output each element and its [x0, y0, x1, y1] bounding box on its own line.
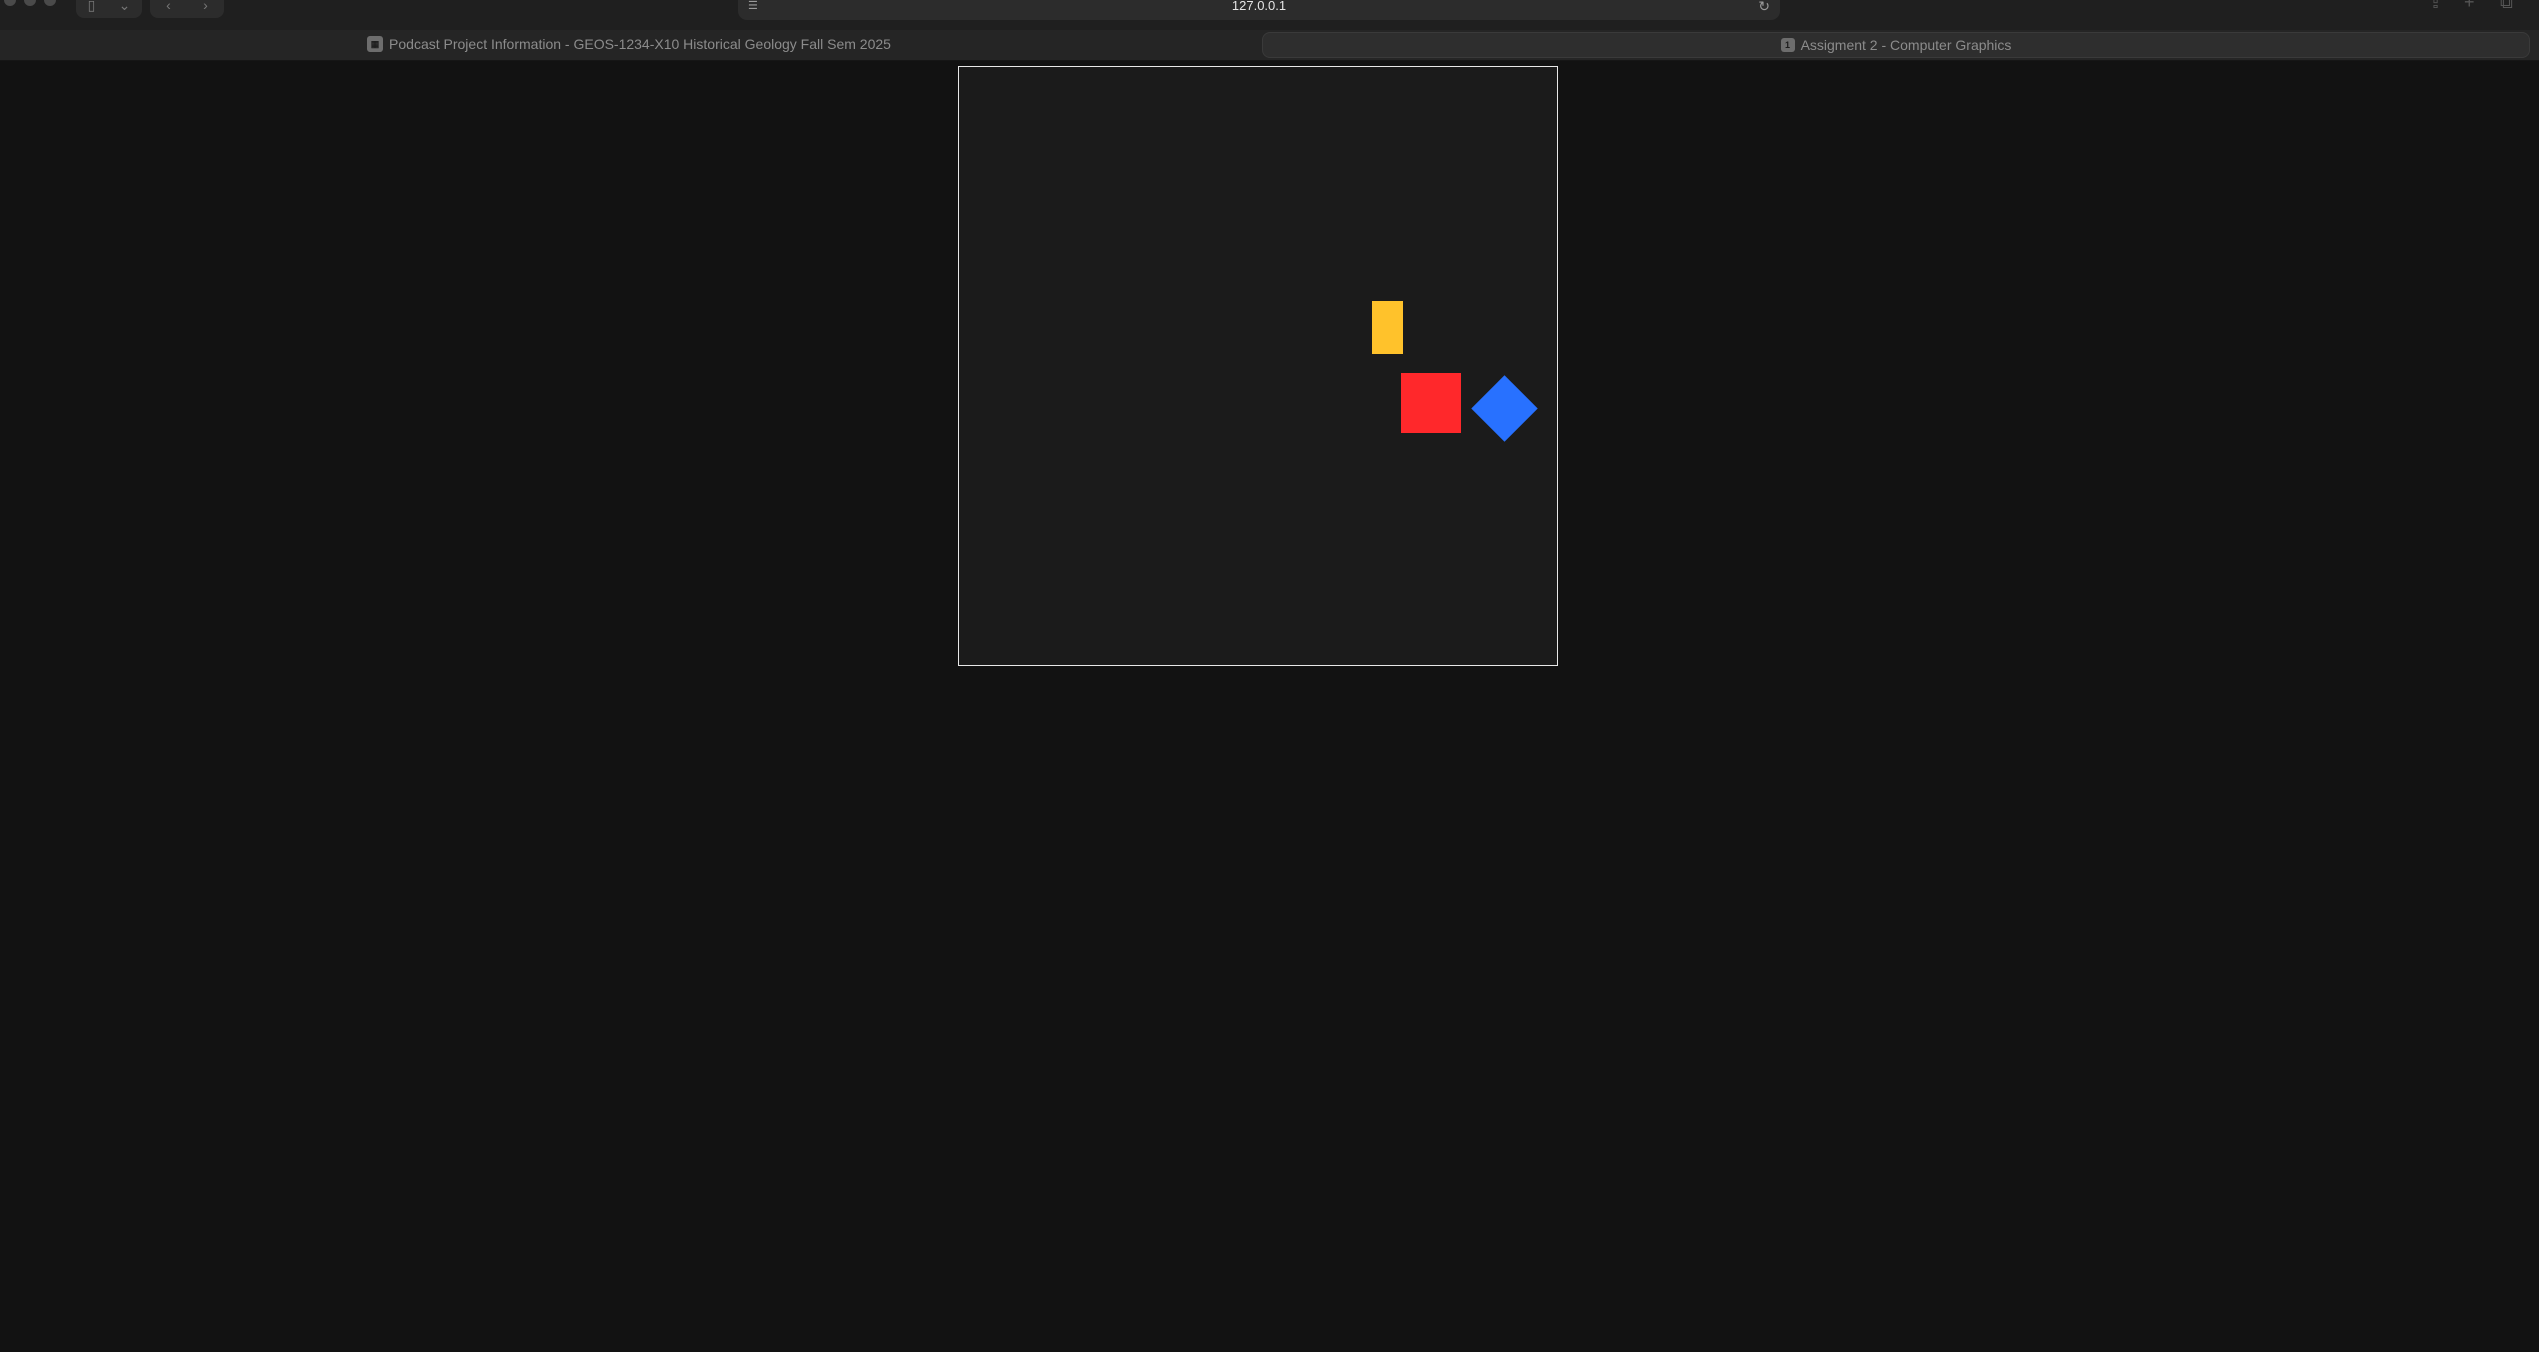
course-icon: ▦ — [367, 36, 384, 52]
webgl-canvas[interactable] — [958, 66, 1558, 666]
tab-assignment-2[interactable]: 1 Assigment 2 - Computer Graphics — [1262, 32, 2530, 58]
browser-toolbar: ▯ ⌄ ‹ › ☰ 127.0.0.1 ↻ ⇪ + ⧉ — [0, 0, 2539, 30]
navigation-buttons: ‹ › — [150, 0, 224, 18]
close-window-button[interactable] — [4, 0, 16, 6]
sidebar-toggle-button[interactable]: ▯ ⌄ — [76, 0, 142, 18]
address-bar[interactable]: ☰ 127.0.0.1 ↻ — [738, 0, 1780, 20]
share-icon[interactable]: ⇪ — [2428, 0, 2443, 13]
chevron-right-icon: › — [203, 0, 208, 13]
tab-overview-icon[interactable]: ⧉ — [2500, 0, 2513, 13]
tab-podcast-project[interactable]: ▦ Podcast Project Information - GEOS-123… — [0, 30, 1258, 58]
back-button[interactable]: ‹ — [166, 0, 171, 13]
tab-title: Podcast Project Information - GEOS-1234-… — [389, 36, 891, 52]
blue-diamond — [1471, 375, 1538, 442]
sidebar-icon: ▯ — [87, 0, 96, 13]
chevron-down-icon: ⌄ — [118, 0, 131, 13]
tab-bar: ▦ Podcast Project Information - GEOS-123… — [0, 30, 2539, 61]
chevron-left-icon: ‹ — [166, 0, 171, 13]
plus-icon[interactable]: + — [2464, 0, 2475, 13]
zoom-window-button[interactable] — [44, 0, 56, 6]
tab-title: Assigment 2 - Computer Graphics — [1800, 37, 2012, 53]
forward-button[interactable]: › — [203, 0, 208, 13]
url-text: 127.0.0.1 — [1231, 0, 1287, 13]
tab-favicon-icon: 1 — [1780, 38, 1795, 52]
reload-icon[interactable]: ↻ — [1758, 0, 1770, 15]
red-square — [1401, 373, 1461, 433]
yellow-rectangle — [1372, 301, 1403, 354]
minimize-window-button[interactable] — [24, 0, 36, 6]
